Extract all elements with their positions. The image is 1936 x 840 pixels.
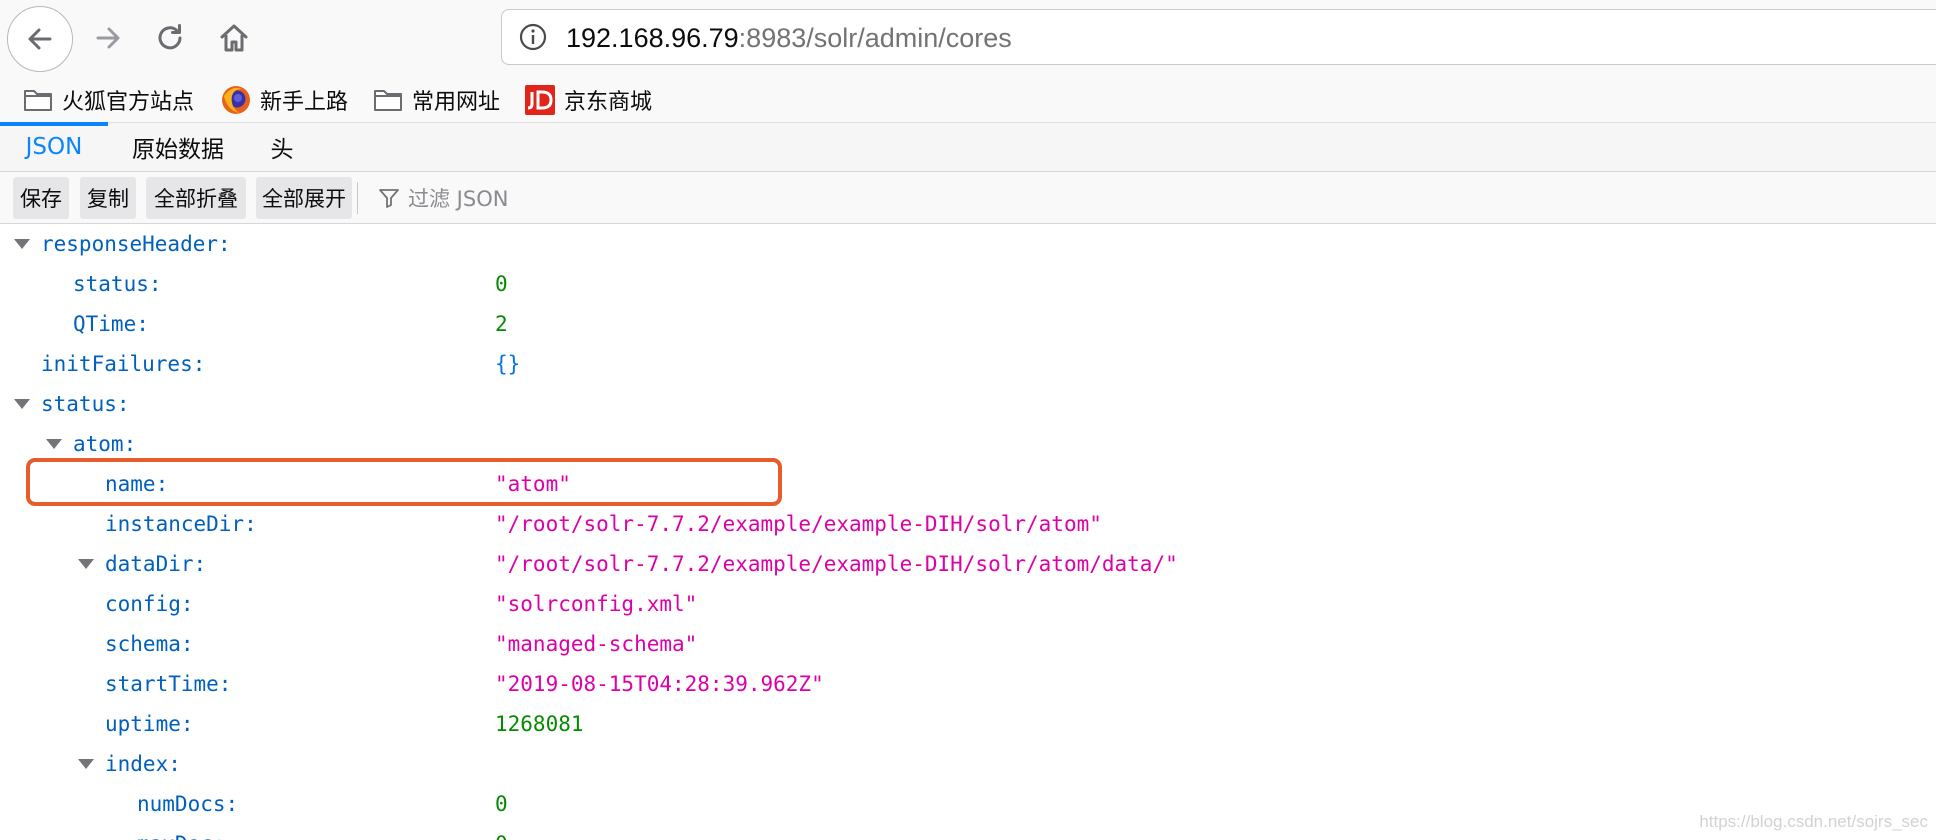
json-value: "solrconfig.xml" [495,592,698,616]
tab-json[interactable]: JSON [0,123,108,171]
expanded-arrow-icon[interactable] [46,439,62,449]
json-value: 2 [495,312,508,336]
bookmark-firefox-official[interactable]: 火狐官方站点 [22,81,194,119]
tab-raw-data[interactable]: 原始数据 [116,123,240,171]
home-button[interactable] [202,6,266,70]
json-key: maxDoc: [137,824,226,840]
toolbar-divider [357,182,358,214]
tree-row-config[interactable]: config: "solrconfig.xml" [0,584,1936,624]
reload-button[interactable] [138,6,202,70]
home-icon [220,24,248,52]
bookmark-common-sites[interactable]: 常用网址 [372,81,500,119]
tree-row-status-object[interactable]: status: [0,384,1936,424]
watermark: https://blog.csdn.net/sojrs_sec [1699,812,1928,831]
json-value: "/root/solr-7.7.2/example/example-DIH/so… [495,512,1102,536]
info-circle-icon[interactable] [518,22,548,52]
bookmark-getting-started[interactable]: 新手上路 [220,81,348,119]
navigation-toolbar: 192.168.96.79:8983/solr/admin/cores [0,0,1936,78]
json-tree: responseHeader: status: 0 QTime: 2 initF… [0,224,1936,840]
viewer-tabs: JSON 原始数据 头 [0,122,1936,172]
firefox-logo-icon [222,86,250,114]
tree-row-name[interactable]: name: "atom" [0,464,1936,504]
tree-row-index[interactable]: index: [0,744,1936,784]
forward-button[interactable] [76,6,140,70]
tab-headers[interactable]: 头 [256,123,308,171]
url-text[interactable]: 192.168.96.79:8983/solr/admin/cores [566,23,1012,53]
folder-icon [374,90,402,111]
bookmark-label: 京东商城 [564,90,653,115]
collapse-all-button[interactable]: 全部折叠 [146,177,246,219]
bookmark-label: 火狐官方站点 [62,90,195,115]
json-key: numDocs: [137,792,239,816]
tree-row-qtime[interactable]: QTime: 2 [0,304,1936,344]
save-button[interactable]: 保存 [13,177,69,219]
tree-row-uptime[interactable]: uptime: 1268081 [0,704,1936,744]
json-value: "managed-schema" [495,632,698,656]
expanded-arrow-icon[interactable] [14,399,30,409]
folder-icon [24,90,52,111]
tree-row-init-failures[interactable]: initFailures: {} [0,344,1936,384]
tree-row-start-time[interactable]: startTime: "2019-08-15T04:28:39.962Z" [0,664,1936,704]
filter-json-input[interactable] [406,180,810,218]
json-key: name: [105,472,169,496]
json-value: "/root/solr-7.7.2/example/example-DIH/so… [495,552,1178,576]
json-value: {} [495,352,521,376]
json-value: "2019-08-15T04:28:39.962Z" [495,672,824,696]
expanded-arrow-icon[interactable] [14,239,30,249]
bookmark-label: 常用网址 [412,90,501,115]
json-key: index: [105,752,181,776]
arrow-left-icon [28,28,52,50]
json-key: startTime: [105,672,232,696]
json-key: instanceDir: [105,512,257,536]
json-key: atom: [73,432,137,456]
json-value: 0 [495,272,508,296]
reload-icon [158,24,182,50]
jd-logo-icon [525,85,555,115]
json-value: 1268081 [495,712,584,736]
expanded-arrow-icon[interactable] [78,759,94,769]
json-key: uptime: [105,712,194,736]
tree-row-response-header[interactable]: responseHeader: [0,224,1936,264]
arrow-right-icon [96,27,120,49]
url-path: :8983/solr/admin/cores [738,23,1012,53]
json-value: "atom" [495,472,571,496]
tree-row-num-docs[interactable]: numDocs: 0 [0,784,1936,824]
json-key: status: [73,272,162,296]
bookmark-jd-mall[interactable]: 京东商城 [524,81,652,119]
bookmark-label: 新手上路 [260,90,349,115]
browser-window: 192.168.96.79:8983/solr/admin/cores 火狐官方… [0,0,1936,840]
url-host: 192.168.96.79 [566,23,739,53]
json-value: 0 [495,792,508,816]
copy-button[interactable]: 复制 [80,177,136,219]
json-key: dataDir: [105,552,207,576]
expanded-arrow-icon[interactable] [78,559,94,569]
tree-row-atom[interactable]: atom: [0,424,1936,464]
back-button[interactable] [7,6,73,72]
address-bar[interactable]: 192.168.96.79:8983/solr/admin/cores [501,9,1936,65]
json-toolbar: 保存 复制 全部折叠 全部展开 [0,172,1936,224]
json-key: schema: [105,632,194,656]
json-key: status: [41,392,130,416]
json-key: QTime: [73,312,149,336]
expand-all-button[interactable]: 全部展开 [256,177,352,219]
tree-row-status[interactable]: status: 0 [0,264,1936,304]
tree-row-instance-dir[interactable]: instanceDir: "/root/solr-7.7.2/example/e… [0,504,1936,544]
bookmarks-toolbar: 火狐官方站点 新手上路 常用网址 京东商城 [0,78,1936,122]
json-key: config: [105,592,194,616]
json-value: 0 [495,824,508,840]
tree-row-schema[interactable]: schema: "managed-schema" [0,624,1936,664]
tree-row-max-doc[interactable]: maxDoc: 0 [0,824,1936,840]
json-key: responseHeader: [41,232,231,256]
tree-row-data-dir[interactable]: dataDir: "/root/solr-7.7.2/example/examp… [0,544,1936,584]
json-key: initFailures: [41,352,206,376]
filter-icon [379,189,399,208]
